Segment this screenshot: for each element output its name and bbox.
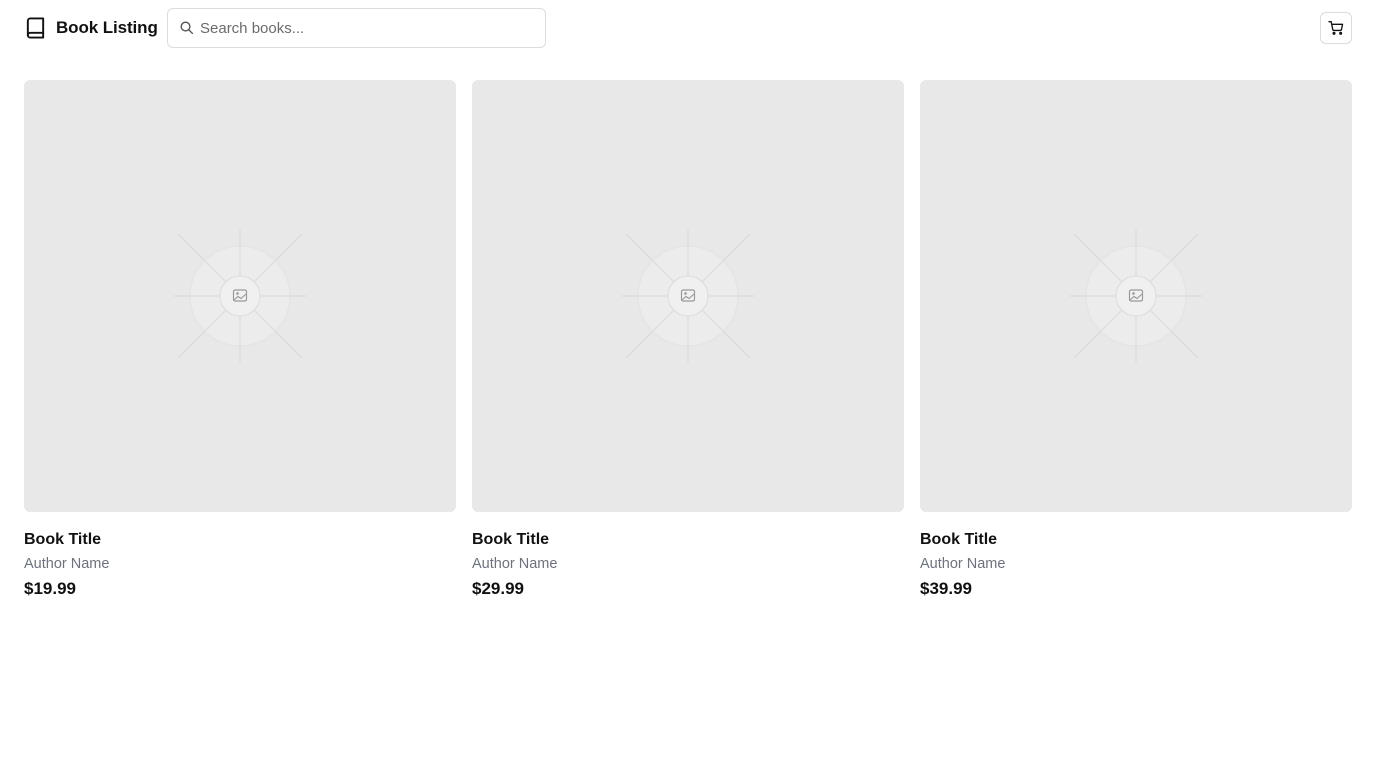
book-icon [26,17,45,39]
book-author: Author Name [24,556,110,572]
top-bar: Book Listing [0,0,1376,56]
book-cover[interactable] [472,80,904,512]
book-title[interactable]: Book Title [920,531,1352,551]
search-box[interactable] [167,8,546,48]
book-grid: Book Title Author Name $19.99 Book Title… [24,80,1352,599]
book-cover[interactable] [920,80,1352,512]
book-title[interactable]: Book Title [472,531,904,551]
book-card[interactable]: Book Title Author Name $39.99 [920,80,1352,599]
search-input[interactable] [200,9,540,47]
image-placeholder-icon [174,230,306,362]
book-title[interactable]: Book Title [24,531,456,551]
book-author: Author Name [920,556,1006,572]
book-price: $39.99 [920,579,972,598]
book-author: Author Name [472,556,558,572]
book-card[interactable]: Book Title Author Name $29.99 [472,80,904,599]
brand[interactable]: Book Listing [24,14,158,42]
image-placeholder-icon [1070,230,1202,362]
image-placeholder-icon [622,230,754,362]
app-title: Book Listing [56,18,158,37]
cart-button[interactable] [1320,12,1352,44]
book-price: $19.99 [24,579,76,598]
book-price: $29.99 [472,579,524,598]
book-cover[interactable] [24,80,456,512]
search-icon [180,21,194,35]
book-card[interactable]: Book Title Author Name $19.99 [24,80,456,599]
shopping-cart-icon [1328,21,1344,35]
